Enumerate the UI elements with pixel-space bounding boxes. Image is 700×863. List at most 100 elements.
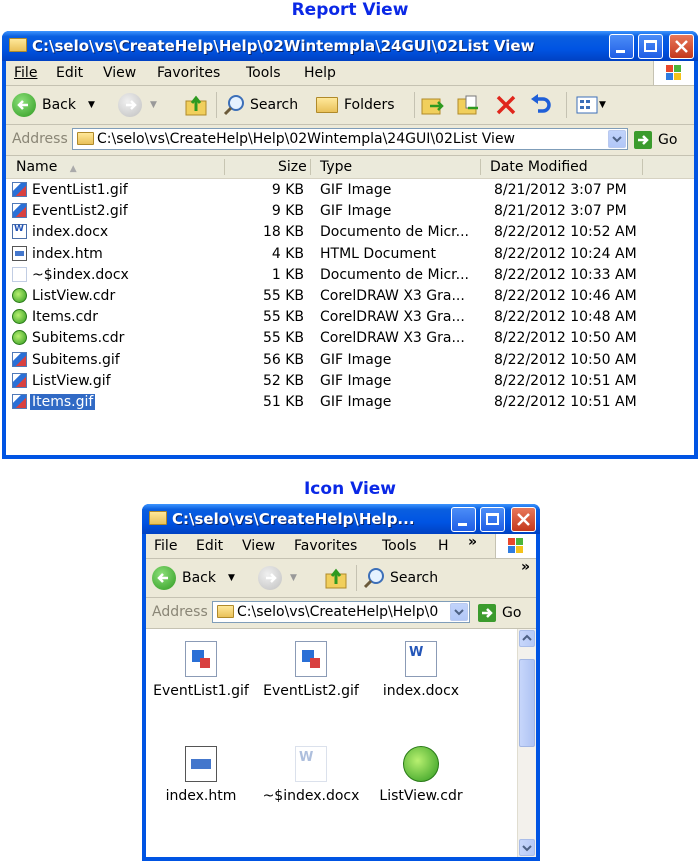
column-header-date-modified[interactable]: Date Modified bbox=[490, 159, 588, 175]
toolbar-overflow-chevron[interactable]: » bbox=[521, 559, 530, 575]
icon-view-caption: Icon View bbox=[303, 479, 397, 499]
icon-client-area: File Edit View Favorites Tools H » Back … bbox=[146, 534, 536, 857]
scroll-thumb[interactable] bbox=[519, 659, 535, 747]
menu-help[interactable]: Help bbox=[304, 65, 336, 81]
search-icon bbox=[223, 95, 244, 116]
menu-file[interactable]: File bbox=[14, 65, 37, 81]
file-row[interactable]: ListView.cdr 55 KB CorelDRAW X3 Gra... 8/22… bbox=[6, 286, 694, 307]
minimize-icon bbox=[616, 50, 625, 53]
file-row[interactable]: Items.cdr 55 KB CorelDRAW X3 Gra... 8/22/20… bbox=[6, 307, 694, 328]
go-button[interactable]: Go bbox=[634, 129, 677, 151]
chevron-down-icon[interactable]: ▼ bbox=[290, 573, 297, 583]
scroll-down-button[interactable] bbox=[519, 839, 535, 856]
gif-file-icon bbox=[295, 641, 327, 677]
address-input[interactable]: C:\selo\vs\CreateHelp\Help\02Wintempla\2… bbox=[72, 128, 628, 150]
address-dropdown-button[interactable] bbox=[608, 130, 626, 148]
up-folder-button[interactable] bbox=[184, 92, 208, 118]
file-type: Documento de Micr... bbox=[320, 224, 469, 241]
address-input[interactable]: C:\selo\vs\CreateHelp\Help\0 bbox=[212, 601, 470, 623]
file-name: Subitems.cdr bbox=[32, 330, 125, 347]
icon-label: EventList1.gif bbox=[153, 683, 249, 699]
menu-edit[interactable]: Edit bbox=[56, 65, 83, 81]
icon-toolbar: Back ▼ ▼ Search » bbox=[146, 559, 536, 598]
search-button[interactable]: Search bbox=[362, 565, 438, 591]
close-icon bbox=[675, 40, 688, 53]
address-dropdown-button[interactable] bbox=[450, 603, 468, 621]
file-date-modified: 8/22/2012 10:50 AM bbox=[494, 330, 637, 347]
file-date-modified: 8/22/2012 10:24 AM bbox=[494, 245, 637, 262]
file-date-modified: 8/22/2012 10:46 AM bbox=[494, 288, 637, 304]
file-name: Items.cdr bbox=[32, 309, 98, 326]
chevron-down-icon[interactable]: ▼ bbox=[150, 100, 157, 110]
column-separator bbox=[224, 159, 225, 175]
close-button[interactable] bbox=[511, 507, 536, 532]
file-row[interactable]: Subitems.gif 56 KB GIF Image 8/22/2012 10:5… bbox=[6, 350, 694, 371]
file-row[interactable]: Items.gif 51 KB GIF Image 8/22/2012 10:51 A… bbox=[6, 392, 694, 413]
scroll-up-button[interactable] bbox=[519, 630, 535, 647]
menu-overflow-chevron[interactable]: » bbox=[468, 534, 477, 550]
file-row[interactable]: Subitems.cdr 55 KB CorelDRAW X3 Gra... 8/22… bbox=[6, 328, 694, 349]
menu-view[interactable]: View bbox=[103, 65, 136, 81]
column-header-name[interactable]: Name ▲ bbox=[16, 159, 77, 175]
word-doc-icon bbox=[405, 641, 437, 677]
file-name: index.docx bbox=[32, 224, 109, 241]
icon-address-bar: Address C:\selo\vs\CreateHelp\Help\0 Go bbox=[146, 598, 536, 629]
file-row[interactable]: EventList1.gif 9 KB GIF Image 8/21/2012 3:0… bbox=[6, 180, 694, 201]
file-date-modified: 8/22/2012 10:33 AM bbox=[494, 266, 637, 283]
file-row[interactable]: ~$index.docx 1 KB Documento de Micr... 8/22… bbox=[6, 265, 694, 286]
file-row[interactable]: ListView.gif 52 KB GIF Image 8/22/2012 10:5… bbox=[6, 371, 694, 392]
menu-favorites[interactable]: Favorites bbox=[157, 65, 220, 81]
address-label: Address bbox=[152, 604, 208, 620]
icon-label: ListView.cdr bbox=[379, 788, 463, 804]
maximize-button[interactable] bbox=[480, 507, 505, 532]
undo-icon bbox=[531, 94, 551, 113]
move-to-button[interactable] bbox=[420, 92, 446, 118]
coreldraw-icon bbox=[403, 746, 439, 782]
file-row[interactable]: EventList2.gif 9 KB GIF Image 8/21/2012 3:0… bbox=[6, 201, 694, 222]
folder-icon bbox=[149, 511, 167, 525]
forward-button[interactable]: ▼ bbox=[118, 92, 157, 118]
icon-window-title: C:\selo\vs\CreateHelp\Help... bbox=[172, 510, 415, 528]
folder-icon bbox=[217, 605, 234, 618]
column-header-size[interactable]: Size bbox=[278, 159, 307, 175]
maximize-icon bbox=[644, 40, 657, 52]
icon-explorer-window: C:\selo\vs\CreateHelp\Help... File Edit … bbox=[142, 504, 540, 861]
report-title-bar[interactable]: C:\selo\vs\CreateHelp\Help\02Wintempla\2… bbox=[2, 31, 698, 61]
html-file-icon bbox=[185, 746, 217, 782]
chevron-down-icon: ▼ bbox=[599, 100, 606, 110]
file-row[interactable]: index.htm 4 KB HTML Document 8/22/2012 10:2… bbox=[6, 244, 694, 265]
menu-file[interactable]: File bbox=[154, 538, 177, 554]
file-size: 9 KB bbox=[271, 182, 304, 198]
menu-edit[interactable]: Edit bbox=[196, 538, 223, 554]
menu-tools[interactable]: Tools bbox=[382, 538, 417, 554]
search-button[interactable]: Search bbox=[222, 92, 298, 118]
back-button[interactable]: Back ▼ bbox=[12, 92, 95, 118]
menu-view[interactable]: View bbox=[242, 538, 275, 554]
maximize-button[interactable] bbox=[638, 34, 663, 59]
close-button[interactable] bbox=[669, 34, 694, 59]
go-button[interactable]: Go bbox=[478, 602, 521, 624]
minimize-button[interactable] bbox=[451, 507, 476, 532]
menu-tools[interactable]: Tools bbox=[246, 65, 281, 81]
report-file-list: Name ▲ Size Type Date Modified EventList… bbox=[6, 156, 694, 455]
vertical-scrollbar[interactable] bbox=[517, 629, 536, 857]
file-size: 51 KB bbox=[262, 394, 304, 410]
icon-label: index.htm bbox=[165, 788, 237, 804]
copy-to-button[interactable] bbox=[456, 92, 482, 118]
chevron-down-icon[interactable]: ▼ bbox=[88, 100, 95, 110]
column-header-type[interactable]: Type bbox=[320, 159, 352, 175]
menu-favorites[interactable]: Favorites bbox=[294, 538, 357, 554]
file-row[interactable]: index.docx 18 KB Documento de Micr... 8/22/… bbox=[6, 222, 694, 243]
back-button[interactable]: Back ▼ bbox=[152, 565, 235, 591]
delete-button[interactable] bbox=[494, 92, 518, 118]
undo-button[interactable] bbox=[528, 92, 552, 118]
views-button[interactable]: ▼ bbox=[576, 92, 606, 118]
minimize-button[interactable] bbox=[609, 34, 634, 59]
up-folder-button[interactable] bbox=[324, 565, 348, 591]
forward-button[interactable]: ▼ bbox=[258, 565, 297, 591]
menu-help[interactable]: H bbox=[438, 538, 449, 554]
address-label: Address bbox=[12, 131, 68, 147]
folders-button[interactable]: Folders bbox=[316, 92, 395, 118]
chevron-down-icon[interactable]: ▼ bbox=[228, 573, 235, 583]
icon-title-bar[interactable]: C:\selo\vs\CreateHelp\Help... bbox=[142, 504, 540, 534]
